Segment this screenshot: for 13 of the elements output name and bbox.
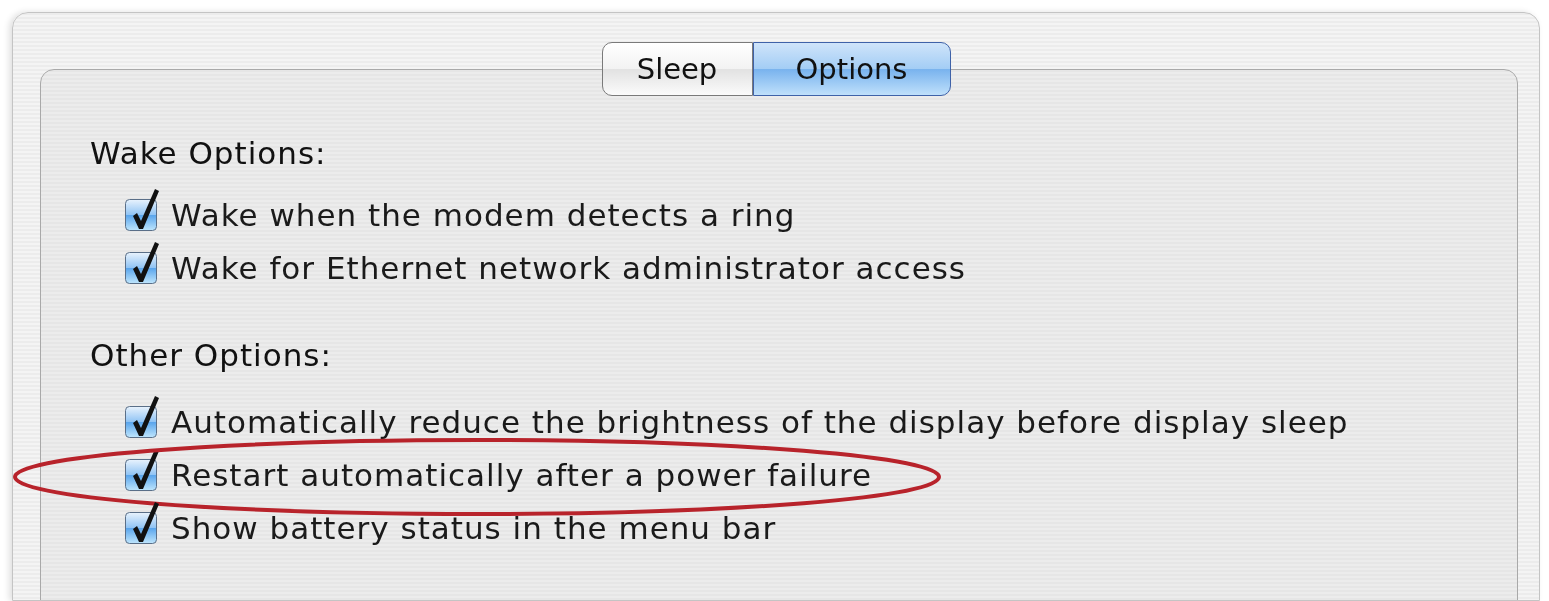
checkbox-label: Wake for Ethernet network administrator access <box>171 249 967 286</box>
section-heading: Wake Options: <box>90 134 328 173</box>
checkbox-label: Show battery status in the menu bar <box>171 509 777 546</box>
checkbox[interactable] <box>125 394 161 439</box>
checkbox[interactable] <box>125 187 161 232</box>
checkbox[interactable] <box>125 500 161 545</box>
section-heading: Other Options: <box>90 336 333 375</box>
tab[interactable]: Options <box>752 42 951 96</box>
checkbox-label: Automatically reduce the brightness of the display before display sleep <box>171 403 1349 440</box>
tab[interactable]: Sleep <box>601 42 753 96</box>
checkbox[interactable] <box>125 240 161 285</box>
checkbox-label: Wake when the modem detects a ring <box>171 196 796 233</box>
checkbox-label: Restart automatically after a power failure <box>171 456 873 493</box>
